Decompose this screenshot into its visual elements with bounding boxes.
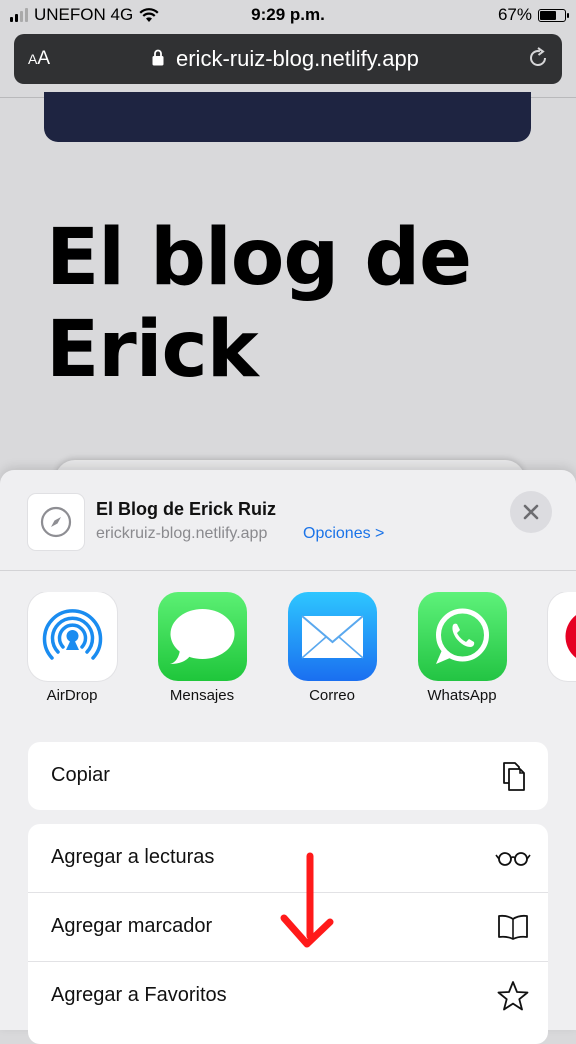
share-url: erickruiz-blog.netlify.app xyxy=(96,525,267,543)
app-pinterest[interactable]: Pi xyxy=(527,592,576,704)
close-button[interactable] xyxy=(510,491,552,533)
address-bar[interactable]: AAAA erick-ruiz-blog.netlify.app xyxy=(14,34,562,84)
star-icon xyxy=(496,979,530,1013)
app-row: AirDrop Mensajes Correo xyxy=(0,592,576,712)
app-messages[interactable]: Mensajes xyxy=(137,592,267,704)
app-label: AirDrop xyxy=(7,687,137,704)
site-icon xyxy=(28,494,84,550)
page-title: El blog de Erick xyxy=(46,212,566,396)
mail-icon xyxy=(288,592,377,681)
messages-icon xyxy=(158,592,247,681)
app-label: WhatsApp xyxy=(397,687,527,704)
reload-icon[interactable] xyxy=(526,46,550,70)
action-copy[interactable]: Copiar xyxy=(28,742,548,810)
app-whatsapp[interactable]: WhatsApp xyxy=(397,592,527,704)
whatsapp-icon xyxy=(418,592,507,681)
action-label: Agregar a Favoritos xyxy=(51,984,227,1007)
header-card xyxy=(44,92,531,142)
action-group-copy: Copiar xyxy=(28,742,548,810)
app-airdrop[interactable]: AirDrop xyxy=(7,592,137,704)
pinterest-icon xyxy=(548,592,576,681)
share-sheet-header: El Blog de Erick Ruiz erickruiz-blog.net… xyxy=(0,470,576,571)
close-icon xyxy=(522,503,540,521)
lock-icon xyxy=(152,49,164,66)
status-right: 67% xyxy=(498,5,566,25)
compass-icon xyxy=(40,506,72,538)
url-host[interactable]: erick-ruiz-blog.netlify.app xyxy=(176,46,419,72)
options-link[interactable]: Opciones > xyxy=(303,525,384,543)
share-title: El Blog de Erick Ruiz xyxy=(96,499,276,520)
action-label: Agregar a lecturas xyxy=(51,846,214,869)
action-label: Agregar marcador xyxy=(51,915,212,938)
copy-icon xyxy=(496,759,530,793)
battery-percent: 67% xyxy=(498,5,532,25)
battery-icon xyxy=(538,9,566,22)
arrow-down-icon xyxy=(278,852,338,956)
book-icon xyxy=(496,910,530,944)
text-size-button[interactable]: AAAA xyxy=(28,48,50,70)
page-title-line1: El blog de xyxy=(46,212,566,304)
app-mail[interactable]: Correo xyxy=(267,592,397,704)
app-label: Mensajes xyxy=(137,687,267,704)
status-bar: UNEFON 4G 9:29 p.m. 67% xyxy=(0,0,576,30)
airdrop-icon xyxy=(28,592,117,681)
app-label: Pi xyxy=(527,687,576,704)
clock: 9:29 p.m. xyxy=(0,5,576,25)
app-label: Correo xyxy=(267,687,397,704)
action-favorites[interactable]: Agregar a Favoritos xyxy=(28,962,548,1030)
action-label: Copiar xyxy=(51,764,110,787)
glasses-icon xyxy=(493,841,533,875)
page-title-line2: Erick xyxy=(46,304,566,396)
